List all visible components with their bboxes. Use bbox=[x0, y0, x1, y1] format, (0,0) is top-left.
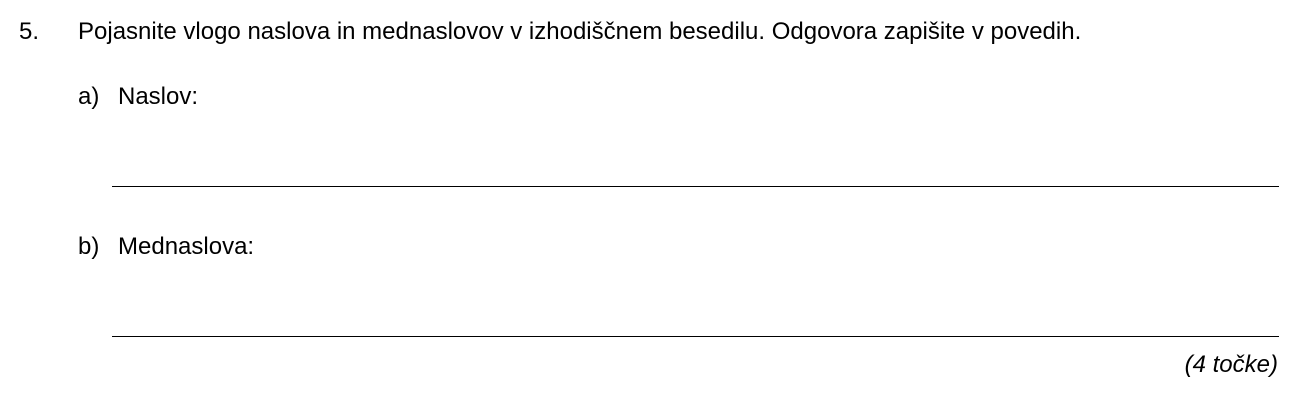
question-number: 5. bbox=[19, 18, 40, 45]
question-text: Pojasnite vlogo naslova in mednaslovov v… bbox=[78, 18, 1082, 45]
part-b-letter: b) bbox=[78, 233, 100, 260]
part-a-letter: a) bbox=[78, 83, 100, 110]
points-label: (4 točke) bbox=[1184, 351, 1278, 378]
part-b-label: Mednaslova: bbox=[118, 233, 255, 260]
answer-line-b[interactable] bbox=[112, 336, 1279, 337]
part-a-label: Naslov: bbox=[118, 83, 199, 110]
answer-line-a[interactable] bbox=[112, 186, 1279, 187]
exam-question: 5. Pojasnite vlogo naslova in mednaslovo… bbox=[0, 0, 1297, 400]
